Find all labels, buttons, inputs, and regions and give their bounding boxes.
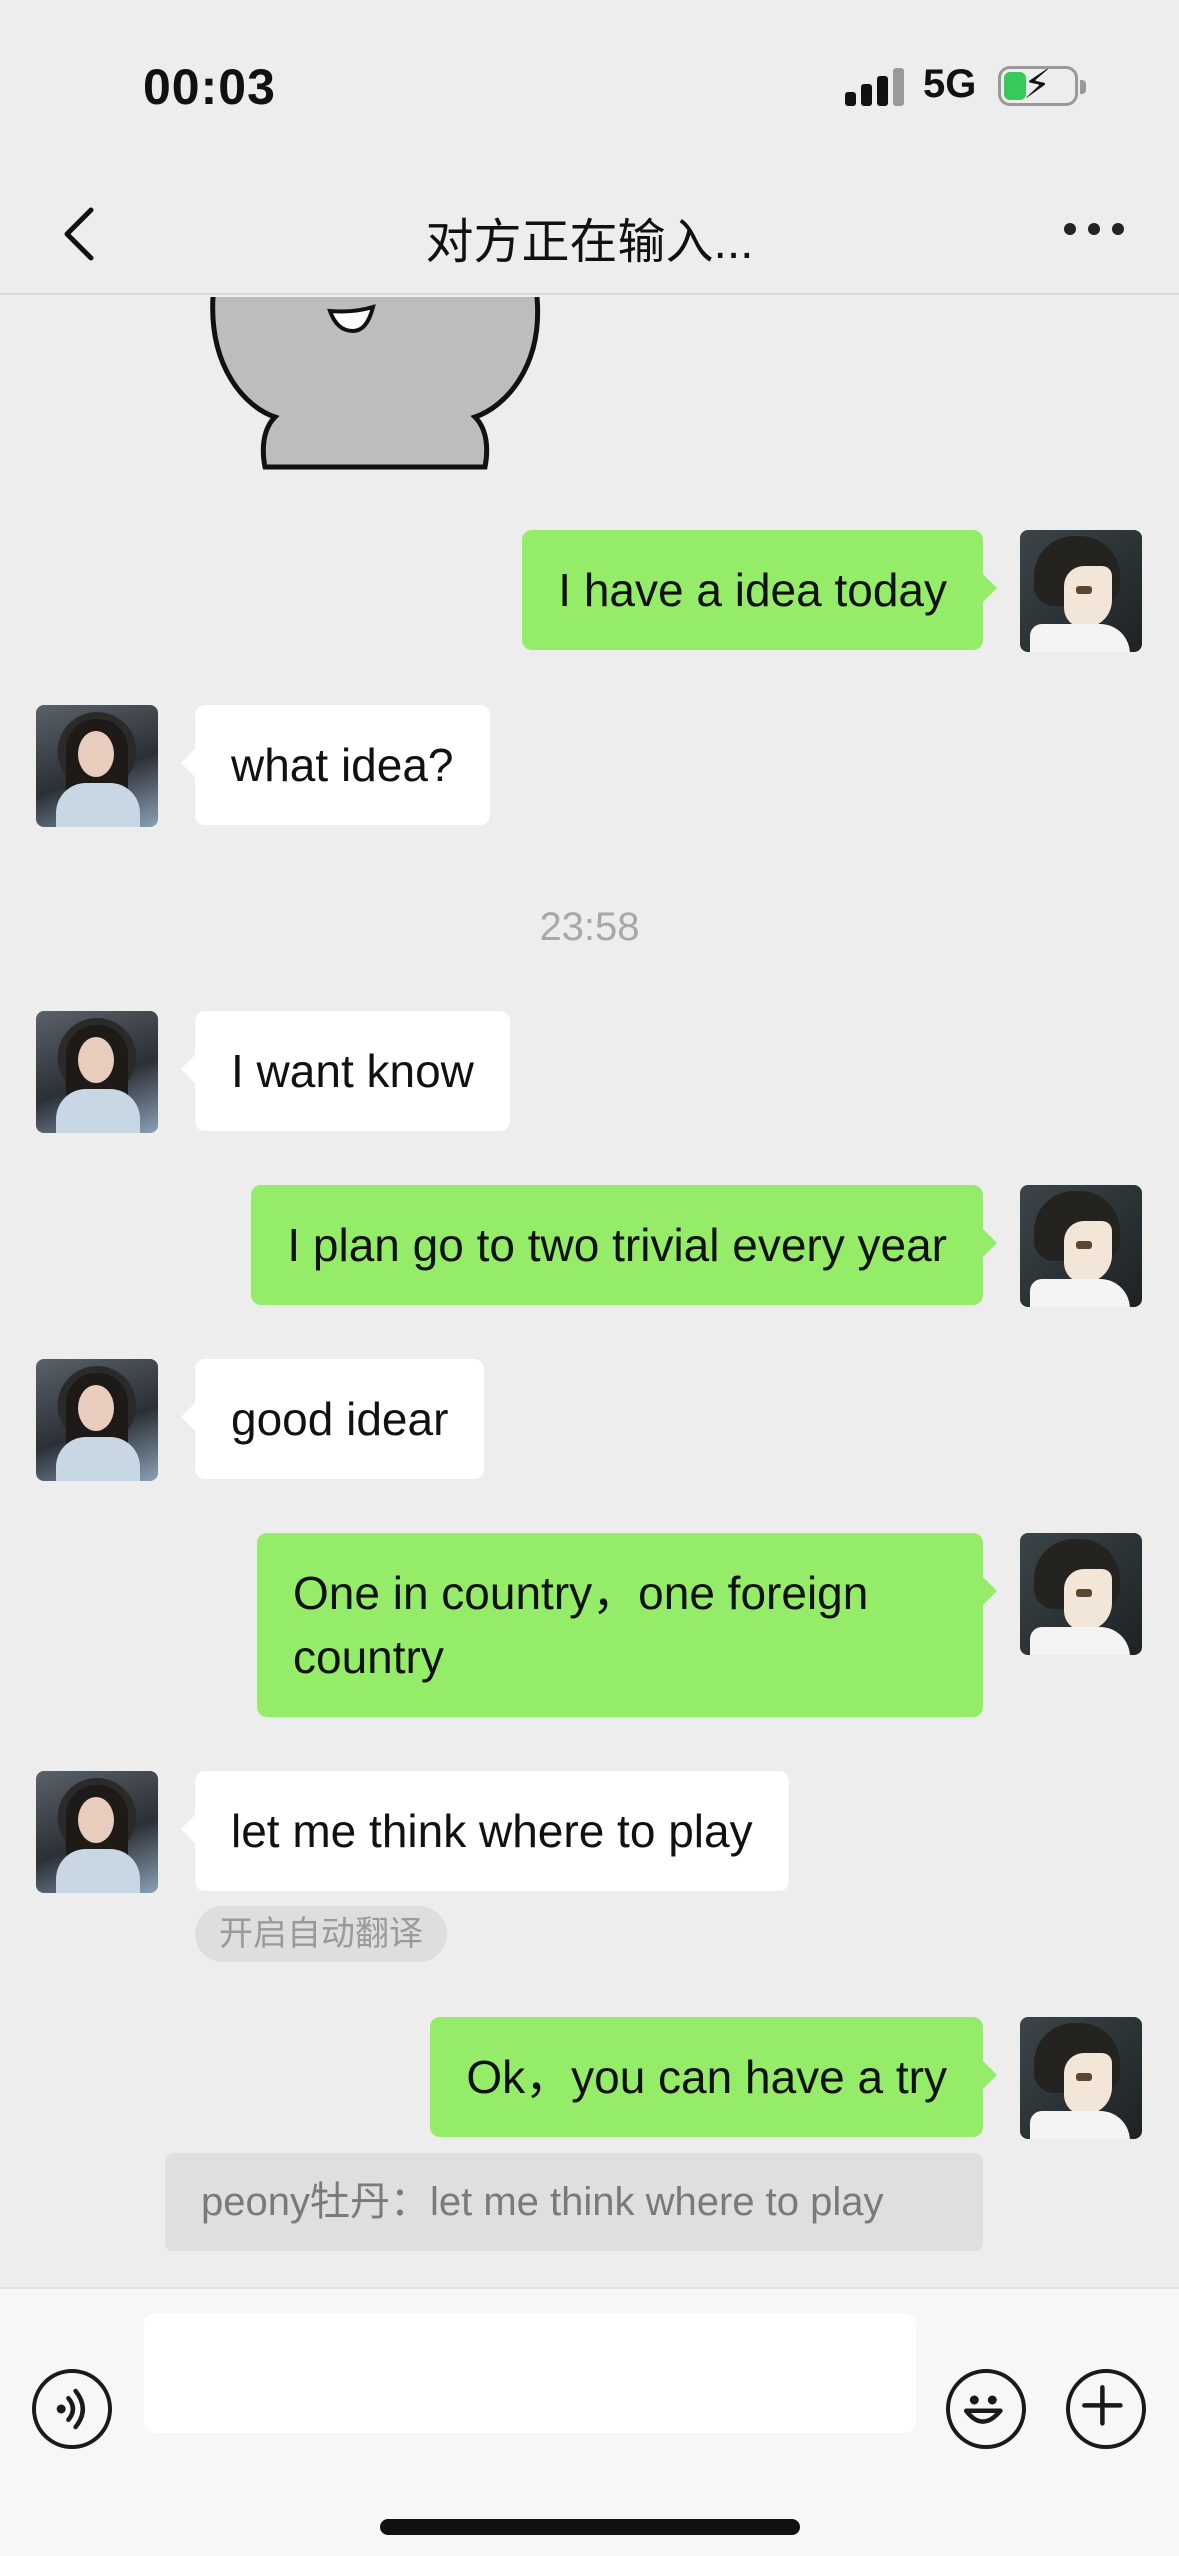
emoji-icon[interactable] <box>946 2369 1026 2449</box>
incoming-bubble[interactable]: what idea? <box>181 705 490 825</box>
nav-bar: 对方正在输入... <box>0 170 1179 295</box>
message-text: I want know <box>231 1045 474 1097</box>
message-input[interactable] <box>144 2313 916 2433</box>
chat-area[interactable]: I have a idea today what idea? 23:58 I w… <box>0 297 1179 2287</box>
plus-icon[interactable] <box>1066 2369 1146 2449</box>
cat-sticker[interactable] <box>205 297 545 477</box>
quoted-message[interactable]: peony牡丹：let me think where to play <box>165 2153 983 2251</box>
auto-translate-chip[interactable]: 开启自动翻译 <box>195 1906 447 1962</box>
avatar[interactable] <box>36 1359 158 1481</box>
message-text-line: One in country，one foreign <box>293 1567 869 1619</box>
timestamp: 23:58 <box>539 905 640 949</box>
outgoing-bubble[interactable]: I plan go to two trivial every year <box>251 1185 997 1305</box>
message-text: I have a idea today <box>558 564 947 616</box>
incoming-bubble[interactable]: let me think where to play <box>181 1771 789 1891</box>
voice-icon[interactable] <box>32 2369 112 2449</box>
message-text: I plan go to two trivial every year <box>287 1219 947 1271</box>
outgoing-bubble[interactable]: One in country，one foreign country <box>257 1533 997 1717</box>
more-dots-icon[interactable] <box>1064 220 1124 236</box>
message-text: what idea? <box>231 739 454 791</box>
page-title: 对方正在输入... <box>425 216 754 269</box>
avatar[interactable] <box>36 1011 158 1133</box>
message-text: let me think where to play <box>231 1805 753 1857</box>
status-time: 00:03 <box>143 59 276 115</box>
avatar[interactable] <box>36 705 158 827</box>
outgoing-bubble[interactable]: I have a idea today <box>522 530 997 650</box>
avatar[interactable] <box>1020 1185 1142 1307</box>
home-indicator <box>380 2519 800 2535</box>
outgoing-bubble[interactable]: Ok，you can have a try <box>430 2017 997 2137</box>
incoming-bubble[interactable]: good idear <box>180 1359 485 1479</box>
message-text-line: country <box>293 1631 444 1683</box>
battery-icon: ⚡ <box>998 65 1086 106</box>
input-bar <box>0 2287 1179 2556</box>
signal-icon <box>845 66 907 106</box>
incoming-bubble[interactable]: I want know <box>181 1011 510 1131</box>
avatar[interactable] <box>1020 1533 1142 1655</box>
network-label: 5G <box>923 62 977 106</box>
message-text: Ok，you can have a try <box>466 2051 947 2103</box>
message-text: good idear <box>231 1393 449 1445</box>
avatar[interactable] <box>1020 530 1142 652</box>
avatar[interactable] <box>1020 2017 1142 2139</box>
status-bar: 00:03 5G ⚡ <box>0 0 1179 170</box>
avatar[interactable] <box>36 1771 158 1893</box>
